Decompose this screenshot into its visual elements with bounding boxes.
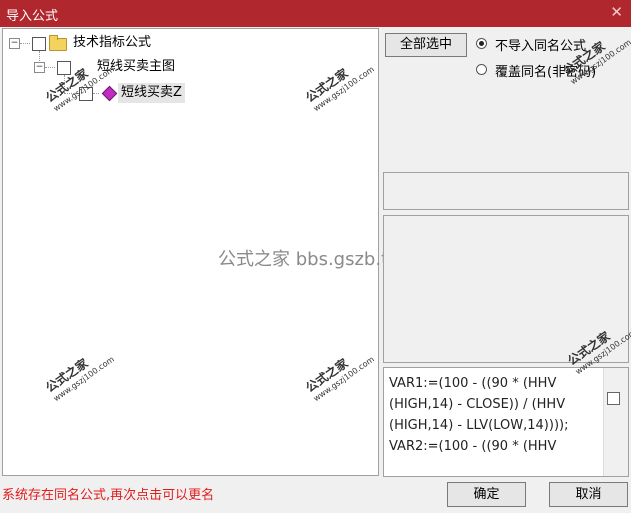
scrollbar[interactable] [603, 368, 628, 476]
preview-checkbox[interactable] [607, 392, 620, 405]
select-all-button[interactable]: 全部选中 [385, 33, 467, 57]
watermark: 公式之家 www.gszj100.com [303, 354, 376, 404]
code-text: VAR1:=(100 - ((90 * (HHV (HIGH,14) - CLO… [389, 376, 569, 454]
radio-skip-duplicate-label[interactable]: 不导入同名公式 [495, 35, 586, 54]
formula-name-field[interactable] [383, 172, 629, 210]
root-checkbox[interactable] [32, 37, 46, 51]
folder-icon [49, 35, 67, 51]
tree-connector [20, 43, 30, 44]
tree-item-root[interactable]: 技术指标公式 [73, 33, 151, 53]
center-watermark: 公式之家 bbs.gszb.top [218, 249, 411, 270]
tree-item-leaf[interactable]: 短线买卖Z [118, 83, 185, 103]
watermark: 公式之家 www.gszj100.com [303, 64, 376, 114]
tree-connector [93, 93, 99, 94]
code-preview[interactable]: VAR1:=(100 - ((90 * (HHV (HIGH,14) - CLO… [383, 367, 629, 477]
collapse-root-icon[interactable]: − [9, 38, 20, 49]
title-bar: 导入公式 ✕ [0, 0, 631, 27]
formula-icon [101, 85, 118, 102]
window-title: 导入公式 [6, 9, 59, 24]
cancel-button[interactable]: 取消 [549, 482, 628, 507]
watermark: 公式之家 www.gszj100.com [43, 64, 116, 114]
collapse-child-icon[interactable]: − [34, 62, 45, 73]
ok-button[interactable]: 确定 [447, 482, 526, 507]
radio-overwrite[interactable] [476, 64, 487, 75]
tree-connector [45, 67, 55, 68]
close-icon[interactable]: ✕ [610, 3, 623, 21]
radio-skip-duplicate[interactable] [476, 38, 487, 49]
status-message: 系统存在同名公式,再次点击可以更名 [2, 488, 215, 503]
watermark: 公式之家 www.gszj100.com [43, 354, 116, 404]
